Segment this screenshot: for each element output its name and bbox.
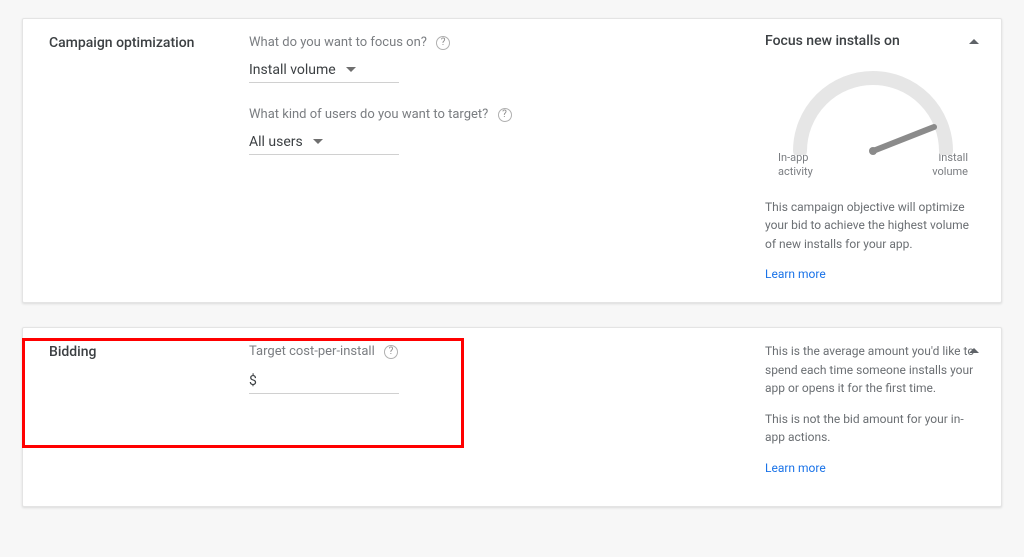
focus-gauge: In-app activity Install volume (778, 55, 968, 180)
collapse-button[interactable] (967, 344, 981, 359)
currency-symbol: $ (249, 373, 257, 389)
section-title-optimization: Campaign optimization (49, 33, 249, 284)
cost-per-install-label-text: Target cost-per-install (249, 344, 375, 359)
users-dropdown[interactable]: All users (249, 130, 399, 155)
collapse-button[interactable] (967, 35, 981, 50)
focus-label-text: What do you want to focus on? (249, 35, 427, 50)
focus-field: What do you want to focus on? ? Install … (249, 35, 753, 83)
focus-label: What do you want to focus on? ? (249, 35, 753, 50)
optimization-side-panel: Focus new installs on In-app activity (753, 33, 981, 284)
learn-more-link[interactable]: Learn more (765, 459, 826, 478)
chevron-down-icon (313, 139, 323, 145)
help-icon[interactable]: ? (436, 36, 450, 50)
cost-per-install-input-wrap[interactable]: $ (249, 367, 399, 394)
bidding-card: Bidding Target cost-per-install ? $ This… (22, 327, 1002, 507)
optimization-body: What do you want to focus on? ? Install … (249, 33, 753, 284)
help-icon[interactable]: ? (384, 345, 398, 359)
gauge-labels: In-app activity Install volume (778, 151, 968, 180)
gauge-icon (778, 55, 968, 155)
gauge-right-line2: volume (932, 165, 968, 178)
help-icon[interactable]: ? (498, 108, 512, 122)
campaign-optimization-card: Campaign optimization What do you want t… (22, 18, 1002, 303)
cost-per-install-input[interactable] (259, 371, 389, 389)
cost-per-install-field: Target cost-per-install ? $ (249, 344, 753, 394)
cost-per-install-label: Target cost-per-install ? (249, 344, 753, 359)
users-dropdown-value: All users (249, 134, 303, 150)
bidding-description-text-1: This is the average amount you'd like to… (765, 342, 981, 398)
bidding-side-panel: This is the average amount you'd like to… (753, 342, 981, 478)
optimization-description: This campaign objective will optimize yo… (765, 198, 981, 284)
bidding-body: Target cost-per-install ? $ (249, 342, 753, 478)
learn-more-link[interactable]: Learn more (765, 265, 826, 284)
users-field: What kind of users do you want to target… (249, 107, 753, 155)
gauge-left-line2: activity (778, 165, 813, 178)
chevron-down-icon (346, 67, 356, 73)
bidding-description-text-2: This is not the bid amount for your in-a… (765, 410, 981, 447)
users-label-text: What kind of users do you want to target… (249, 107, 488, 122)
focus-dropdown[interactable]: Install volume (249, 58, 399, 83)
focus-dropdown-value: Install volume (249, 62, 336, 78)
bidding-description: This is the average amount you'd like to… (765, 342, 981, 478)
side-title: Focus new installs on (765, 33, 981, 49)
optimization-description-text: This campaign objective will optimize yo… (765, 198, 981, 254)
section-title-bidding: Bidding (49, 342, 249, 478)
users-label: What kind of users do you want to target… (249, 107, 753, 122)
